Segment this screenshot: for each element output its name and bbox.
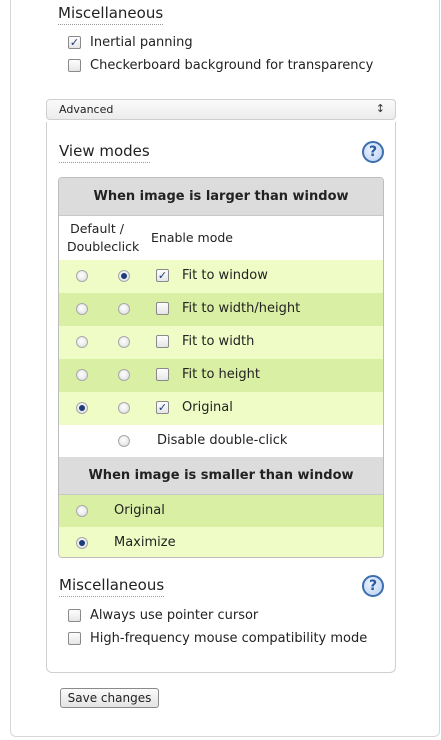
misc-heading: Miscellaneous — [59, 577, 165, 597]
pointer-cursor-checkbox[interactable] — [68, 608, 81, 622]
small-radio-original[interactable] — [76, 505, 88, 517]
view-modes-heading: View modes — [59, 143, 150, 163]
mode-label-fit-to-width-height: Fit to width/height — [182, 301, 301, 316]
mode-label-fit-to-window: Fit to window — [182, 268, 268, 283]
enable-checkbox-fit-to-window[interactable]: ✓ — [156, 269, 169, 282]
checkerboard-checkbox[interactable] — [68, 58, 81, 72]
inertial-panning-checkbox[interactable]: ✓ — [68, 35, 81, 49]
mode-row-fit-to-height: Fit to height — [59, 359, 383, 392]
disable-doubleclick-row: Disable double-click — [59, 425, 383, 458]
smaller-than-window-header: When image is smaller than window — [59, 457, 383, 495]
default-doubleclick-column-header: Default / Doubleclick — [67, 221, 140, 254]
checkerboard-label[interactable]: Checkerboard background for transparency — [90, 58, 373, 73]
default-radio-fit-to-width-height[interactable] — [76, 303, 88, 315]
enable-mode-column-header: Enable mode — [151, 230, 234, 245]
mode-label-fit-to-width: Fit to width — [182, 334, 255, 349]
disable-doubleclick-label: Disable double-click — [157, 433, 288, 448]
disable-doubleclick-radio[interactable] — [118, 435, 130, 447]
small-label-maximize: Maximize — [114, 535, 176, 550]
pointer-cursor-label[interactable]: Always use pointer cursor — [90, 608, 258, 623]
mode-row-original: ✓ Original — [59, 392, 383, 425]
mode-row-fit-to-width-height: Fit to width/height — [59, 293, 383, 326]
default-radio-fit-to-width[interactable] — [76, 336, 88, 348]
advanced-title: Advanced — [59, 103, 114, 116]
mode-label-original: Original — [182, 400, 233, 415]
misc-help-icon[interactable]: ? — [362, 575, 384, 597]
top-misc-heading: Miscellaneous — [58, 5, 164, 25]
high-frequency-mouse-label[interactable]: High-frequency mouse compatibility mode — [90, 631, 367, 646]
default-radio-fit-to-window[interactable] — [76, 270, 88, 282]
small-mode-row-maximize: Maximize — [59, 527, 383, 557]
doubleclick-radio-original[interactable] — [118, 402, 130, 414]
doubleclick-radio-fit-to-height[interactable] — [118, 369, 130, 381]
default-radio-fit-to-height[interactable] — [76, 369, 88, 381]
default-radio-original[interactable] — [76, 402, 88, 414]
enable-checkbox-fit-to-width-height[interactable] — [156, 302, 169, 315]
checkerboard-option[interactable]: Checkerboard background for transparency — [68, 57, 373, 73]
larger-than-window-header: When image is larger than window — [59, 178, 383, 216]
high-frequency-mouse-checkbox[interactable] — [68, 631, 81, 645]
inertial-panning-label[interactable]: Inertial panning — [90, 35, 193, 50]
enable-checkbox-fit-to-height[interactable] — [156, 368, 169, 381]
doubleclick-radio-fit-to-width[interactable] — [118, 336, 130, 348]
small-mode-row-original: Original — [59, 495, 383, 527]
doubleclick-radio-fit-to-window[interactable] — [118, 270, 130, 282]
small-label-original: Original — [114, 503, 165, 518]
enable-checkbox-original[interactable]: ✓ — [156, 401, 169, 414]
advanced-section-header[interactable]: Advanced ↕ — [46, 99, 396, 120]
mode-label-fit-to-height: Fit to height — [182, 367, 260, 382]
view-modes-table: When image is larger than window Default… — [58, 177, 384, 558]
view-modes-help-icon[interactable]: ? — [362, 141, 384, 163]
inertial-panning-option[interactable]: ✓ Inertial panning — [68, 34, 193, 50]
mode-row-fit-to-width: Fit to width — [59, 326, 383, 359]
high-frequency-mouse-option[interactable]: High-frequency mouse compatibility mode — [68, 630, 367, 646]
small-radio-maximize[interactable] — [76, 537, 88, 549]
mode-row-fit-to-window: ✓ Fit to window — [59, 260, 383, 293]
pointer-cursor-option[interactable]: Always use pointer cursor — [68, 607, 258, 623]
doubleclick-radio-fit-to-width-height[interactable] — [118, 303, 130, 315]
enable-checkbox-fit-to-width[interactable] — [156, 335, 169, 348]
save-changes-button[interactable]: Save changes — [60, 688, 159, 708]
collapse-arrows-icon[interactable]: ↕ — [376, 102, 385, 115]
